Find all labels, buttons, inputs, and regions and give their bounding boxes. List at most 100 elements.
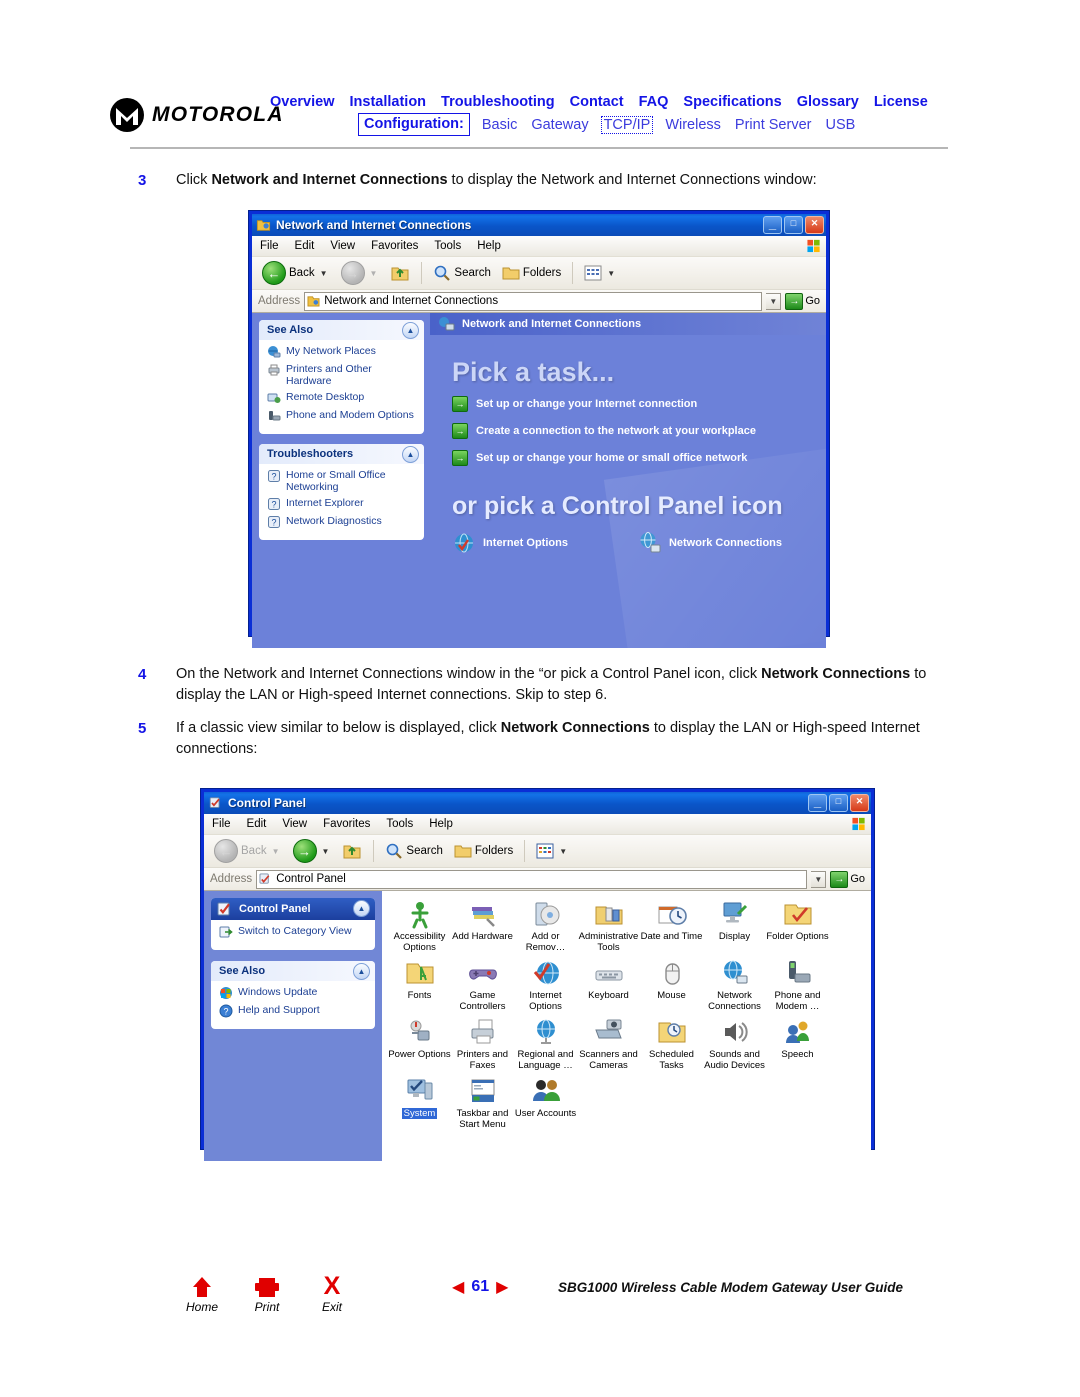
cp-item-network-connections[interactable]: Network Connections (703, 958, 766, 1012)
nav-overview[interactable]: Overview (270, 94, 335, 110)
cp-item-date-and-time[interactable]: Date and Time (640, 899, 703, 953)
cp-item-phone-and-modem[interactable]: Phone and Modem … (766, 958, 829, 1012)
menu-view[interactable]: View (330, 240, 355, 252)
cp-item-scheduled-tasks[interactable]: Scheduled Tasks (640, 1017, 703, 1071)
back-button[interactable]: ← Back ▼ (258, 259, 334, 287)
chevron-up-icon[interactable]: ▲ (353, 963, 370, 980)
menu-tools[interactable]: Tools (386, 818, 413, 830)
menu-help[interactable]: Help (477, 240, 501, 252)
print-button[interactable]: Print (253, 1277, 281, 1314)
menu-favorites[interactable]: Favorites (323, 818, 370, 830)
nav-installation[interactable]: Installation (350, 94, 427, 110)
menu-help[interactable]: Help (429, 818, 453, 830)
views-dropdown-icon[interactable]: ▼ (607, 269, 615, 278)
nav-gateway[interactable]: Gateway (531, 117, 588, 133)
close-button[interactable]: ✕ (850, 794, 869, 812)
nav-print-server[interactable]: Print Server (735, 117, 812, 133)
nav-tcpip[interactable]: TCP/IP (600, 115, 654, 134)
nav-faq[interactable]: FAQ (639, 94, 669, 110)
search-button[interactable]: Search (381, 840, 446, 862)
task-create-workplace-connection[interactable]: → Create a connection to the network at … (452, 423, 826, 439)
nav-contact[interactable]: Contact (570, 94, 624, 110)
cp-item-scanners-and-cameras[interactable]: Scanners and Cameras (577, 1017, 640, 1071)
chevron-up-icon[interactable]: ▲ (353, 900, 370, 917)
cp-item-display[interactable]: Display (703, 899, 766, 953)
troubleshooters-header[interactable]: Troubleshooters ▲ (259, 444, 424, 464)
views-button[interactable]: ▼ (580, 263, 621, 283)
folders-button[interactable]: Folders (450, 840, 517, 862)
cp-item-taskbar-and-start-menu[interactable]: Taskbar and Start Menu (451, 1076, 514, 1130)
menu-file[interactable]: File (260, 240, 279, 252)
up-button[interactable] (386, 261, 414, 285)
views-dropdown-icon[interactable]: ▼ (559, 847, 567, 856)
cp-item-keyboard[interactable]: Keyboard (577, 958, 640, 1012)
cp-item-internet-options[interactable]: Internet Options (514, 958, 577, 1012)
sidebar-item-home-or-small-office-networking[interactable]: ? Home or Small Office Networking (267, 469, 418, 493)
cp-icon-internet-options[interactable]: Internet Options (452, 531, 568, 555)
menu-tools[interactable]: Tools (434, 240, 461, 252)
address-dropdown-icon[interactable]: ▼ (811, 870, 827, 888)
nav-basic[interactable]: Basic (482, 117, 517, 133)
cp-item-fonts[interactable]: Fonts (388, 958, 451, 1012)
sidebar-item-my-network-places[interactable]: My Network Places (267, 345, 418, 359)
sidebar-item-printers-and-other-hardware[interactable]: Printers and Other Hardware (267, 363, 418, 387)
back-dropdown-icon[interactable]: ▼ (320, 269, 328, 278)
sidebar-item-network-diagnostics[interactable]: ? Network Diagnostics (267, 515, 418, 529)
nav-license[interactable]: License (874, 94, 928, 110)
back-dropdown-icon[interactable]: ▼ (272, 847, 280, 856)
go-button[interactable]: → Go (785, 292, 826, 310)
task-setup-internet-connection[interactable]: → Set up or change your Internet connect… (452, 396, 826, 412)
sidebar-item-help-and-support[interactable]: ? Help and Support (219, 1004, 369, 1018)
cp-item-administrative-tools[interactable]: Administrative Tools (577, 899, 640, 953)
window2-titlebar[interactable]: Control Panel _ □ ✕ (204, 792, 871, 814)
chevron-up-icon[interactable]: ▲ (402, 446, 419, 463)
forward-button[interactable]: → ▼ (289, 837, 336, 865)
search-button[interactable]: Search (429, 262, 494, 284)
cp-item-game-controllers[interactable]: Game Controllers (451, 958, 514, 1012)
address-input[interactable]: Network and Internet Connections (304, 291, 763, 311)
nav-troubleshooting[interactable]: Troubleshooting (441, 94, 555, 110)
menu-view[interactable]: View (282, 818, 307, 830)
views-button[interactable]: ▼ (532, 841, 573, 861)
maximize-button[interactable]: □ (829, 794, 848, 812)
go-button[interactable]: → Go (830, 870, 871, 888)
cp-item-sounds-and-audio-devices[interactable]: Sounds and Audio Devices (703, 1017, 766, 1071)
see-also-header[interactable]: See Also ▲ (211, 961, 375, 981)
cp-item-printers-and-faxes[interactable]: Printers and Faxes (451, 1017, 514, 1071)
forward-button[interactable]: → ▼ (337, 259, 384, 287)
cp-item-accessibility-options[interactable]: Accessibility Options (388, 899, 451, 953)
nav-glossary[interactable]: Glossary (797, 94, 859, 110)
sidebar-item-remote-desktop[interactable]: Remote Desktop (267, 391, 418, 405)
chevron-up-icon[interactable]: ▲ (402, 322, 419, 339)
window1-titlebar[interactable]: Network and Internet Connections _ □ ✕ (252, 214, 826, 236)
cp-item-add-hardware[interactable]: Add Hardware (451, 899, 514, 953)
back-button[interactable]: ← Back ▼ (210, 837, 286, 865)
cp-item-speech[interactable]: Speech (766, 1017, 829, 1071)
cp-item-user-accounts[interactable]: User Accounts (514, 1076, 577, 1130)
up-button[interactable] (338, 839, 366, 863)
next-page-arrow-icon[interactable]: ▶ (496, 1277, 508, 1297)
maximize-button[interactable]: □ (784, 216, 803, 234)
cp-item-folder-options[interactable]: Folder Options (766, 899, 829, 953)
folders-button[interactable]: Folders (498, 262, 565, 284)
prev-page-arrow-icon[interactable]: ◀ (452, 1277, 464, 1297)
home-button[interactable]: Home (186, 1275, 218, 1314)
sidebar-item-internet-explorer[interactable]: ? Internet Explorer (267, 497, 418, 511)
close-button[interactable]: ✕ (805, 216, 824, 234)
cp-item-system[interactable]: System (388, 1076, 451, 1130)
cp-item-add-or-remove-programs[interactable]: Add or Remov… (514, 899, 577, 953)
sidebar-item-switch-to-category-view[interactable]: Switch to Category View (219, 925, 369, 939)
control-panel-panel-header[interactable]: Control Panel ▲ (211, 898, 375, 920)
address-input[interactable]: Control Panel (256, 869, 808, 889)
nav-wireless[interactable]: Wireless (665, 117, 721, 133)
sidebar-item-phone-and-modem-options[interactable]: Phone and Modem Options (267, 409, 418, 423)
forward-dropdown-icon[interactable]: ▼ (370, 269, 378, 278)
forward-dropdown-icon[interactable]: ▼ (322, 847, 330, 856)
nav-specifications[interactable]: Specifications (683, 94, 781, 110)
menu-favorites[interactable]: Favorites (371, 240, 418, 252)
address-dropdown-icon[interactable]: ▼ (766, 292, 782, 310)
cp-item-regional-and-language[interactable]: Regional and Language … (514, 1017, 577, 1071)
menu-edit[interactable]: Edit (295, 240, 315, 252)
minimize-button[interactable]: _ (808, 794, 827, 812)
minimize-button[interactable]: _ (763, 216, 782, 234)
